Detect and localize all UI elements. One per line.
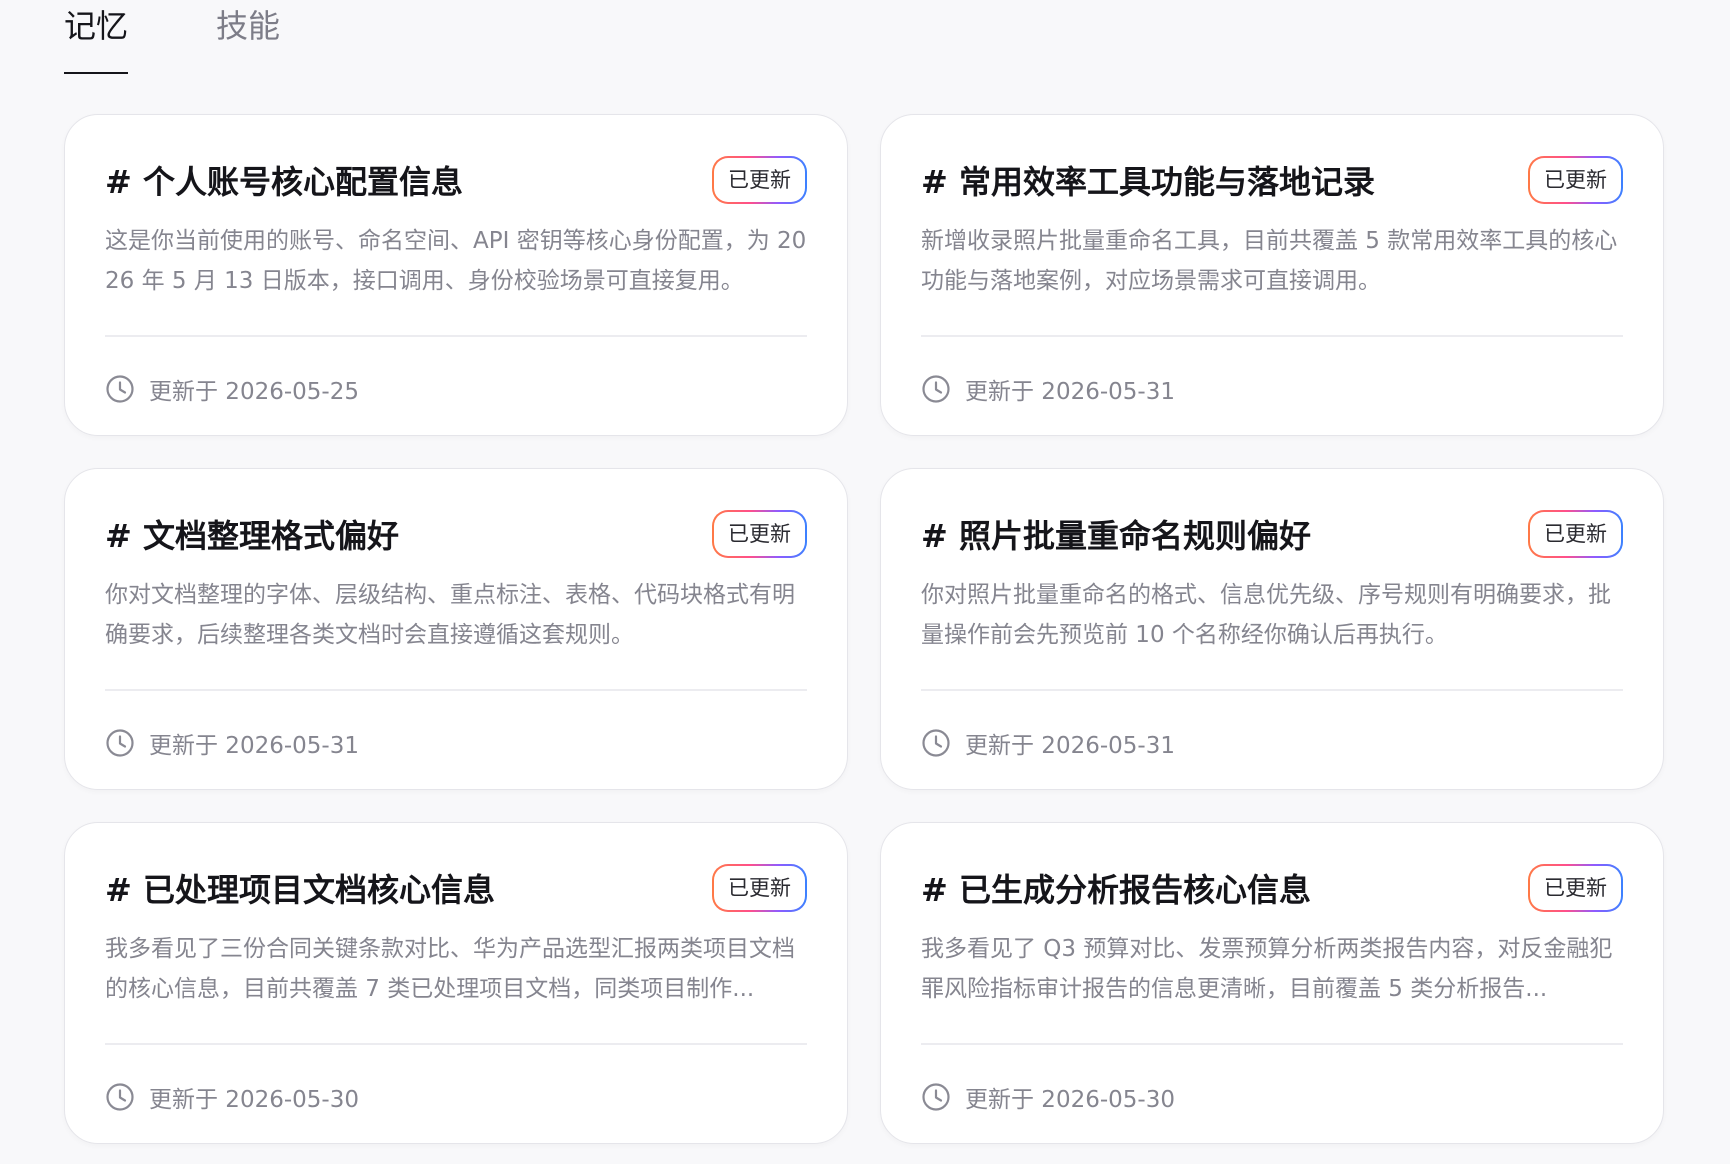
card-divider bbox=[105, 1043, 807, 1045]
card-header: # 已生成分析报告核心信息 已更新 bbox=[921, 861, 1623, 915]
updated-date: 更新于 2026-05-30 bbox=[965, 1087, 1175, 1113]
card-header: # 常用效率工具功能与落地记录 已更新 bbox=[921, 153, 1623, 207]
card-footer: 更新于 2026-05-31 bbox=[105, 723, 359, 763]
updated-badge[interactable]: 已更新 bbox=[712, 156, 807, 204]
card-divider bbox=[921, 335, 1623, 337]
card-description: 你对照片批量重命名的格式、信息优先级、序号规则有明确要求，批量操作前会先预览前 … bbox=[921, 582, 1611, 648]
card-header: # 已处理项目文档核心信息 已更新 bbox=[105, 861, 807, 915]
updated-badge[interactable]: 已更新 bbox=[1528, 510, 1623, 558]
card-title: # 已生成分析报告核心信息 bbox=[921, 871, 1311, 909]
updated-badge-label: 已更新 bbox=[1530, 512, 1621, 556]
card-title: # 个人账号核心配置信息 bbox=[105, 163, 463, 201]
tab-memory[interactable]: 记忆 bbox=[64, 0, 129, 74]
card-header: # 个人账号核心配置信息 已更新 bbox=[105, 153, 807, 207]
updated-badge[interactable]: 已更新 bbox=[712, 864, 807, 912]
card-title: # 文档整理格式偏好 bbox=[105, 517, 399, 555]
clock-icon bbox=[106, 1083, 134, 1111]
memory-card[interactable]: # 已生成分析报告核心信息 已更新 我多看见了 Q3 预算对比、发票预算分析两类… bbox=[880, 822, 1664, 1144]
card-footer: 更新于 2026-05-25 bbox=[105, 369, 359, 409]
clock-icon bbox=[922, 375, 950, 403]
card-title: # 已处理项目文档核心信息 bbox=[105, 871, 495, 909]
card-footer: 更新于 2026-05-31 bbox=[921, 723, 1175, 763]
card-header: # 文档整理格式偏好 已更新 bbox=[105, 507, 807, 561]
card-footer: 更新于 2026-05-30 bbox=[921, 1077, 1175, 1117]
card-description: 这是你当前使用的账号、命名空间、API 密钥等核心身份配置，为 2026 年 5… bbox=[105, 228, 807, 294]
tab-skills[interactable]: 技能 bbox=[216, 0, 280, 74]
updated-badge-label: 已更新 bbox=[1530, 158, 1621, 202]
memory-card[interactable]: # 文档整理格式偏好 已更新 你对文档整理的字体、层级结构、重点标注、表格、代码… bbox=[64, 468, 848, 790]
card-divider bbox=[105, 689, 807, 691]
memory-card[interactable]: # 已处理项目文档核心信息 已更新 我多看见了三份合同关键条款对比、华为产品选型… bbox=[64, 822, 848, 1144]
updated-badge[interactable]: 已更新 bbox=[1528, 864, 1623, 912]
card-divider bbox=[105, 335, 807, 337]
clock-icon bbox=[922, 729, 950, 757]
memory-card-grid: # 个人账号核心配置信息 已更新 这是你当前使用的账号、命名空间、API 密钥等… bbox=[64, 114, 1664, 1144]
card-description: 你对文档整理的字体、层级结构、重点标注、表格、代码块格式有明确要求，后续整理各类… bbox=[105, 582, 795, 648]
clock-icon bbox=[106, 729, 134, 757]
card-divider bbox=[921, 1043, 1623, 1045]
card-footer: 更新于 2026-05-30 bbox=[105, 1077, 359, 1117]
memory-card[interactable]: # 照片批量重命名规则偏好 已更新 你对照片批量重命名的格式、信息优先级、序号规… bbox=[880, 468, 1664, 790]
updated-date: 更新于 2026-05-30 bbox=[149, 1087, 359, 1113]
updated-badge[interactable]: 已更新 bbox=[712, 510, 807, 558]
card-title: # 常用效率工具功能与落地记录 bbox=[921, 163, 1375, 201]
card-description: 我多看见了三份合同关键条款对比、华为产品选型汇报两类项目文档的核心信息，目前共覆… bbox=[105, 936, 795, 1002]
updated-badge-label: 已更新 bbox=[714, 866, 805, 910]
updated-date: 更新于 2026-05-31 bbox=[149, 733, 359, 759]
updated-badge[interactable]: 已更新 bbox=[1528, 156, 1623, 204]
card-title: # 照片批量重命名规则偏好 bbox=[921, 517, 1311, 555]
card-description: 新增收录照片批量重命名工具，目前共覆盖 5 款常用效率工具的核心功能与落地案例，… bbox=[921, 228, 1618, 294]
card-header: # 照片批量重命名规则偏好 已更新 bbox=[921, 507, 1623, 561]
updated-badge-label: 已更新 bbox=[1530, 866, 1621, 910]
clock-icon bbox=[922, 1083, 950, 1111]
updated-date: 更新于 2026-05-31 bbox=[965, 379, 1175, 405]
memory-card[interactable]: # 个人账号核心配置信息 已更新 这是你当前使用的账号、命名空间、API 密钥等… bbox=[64, 114, 848, 436]
tab-bar: 记忆 技能 bbox=[64, 0, 280, 74]
card-divider bbox=[921, 689, 1623, 691]
updated-badge-label: 已更新 bbox=[714, 158, 805, 202]
updated-date: 更新于 2026-05-31 bbox=[965, 733, 1175, 759]
card-footer: 更新于 2026-05-31 bbox=[921, 369, 1175, 409]
updated-badge-label: 已更新 bbox=[714, 512, 805, 556]
memory-card[interactable]: # 常用效率工具功能与落地记录 已更新 新增收录照片批量重命名工具，目前共覆盖 … bbox=[880, 114, 1664, 436]
updated-date: 更新于 2026-05-25 bbox=[149, 379, 359, 405]
card-description: 我多看见了 Q3 预算对比、发票预算分析两类报告内容，对反金融犯罪风险指标审计报… bbox=[921, 936, 1613, 1002]
clock-icon bbox=[106, 375, 134, 403]
